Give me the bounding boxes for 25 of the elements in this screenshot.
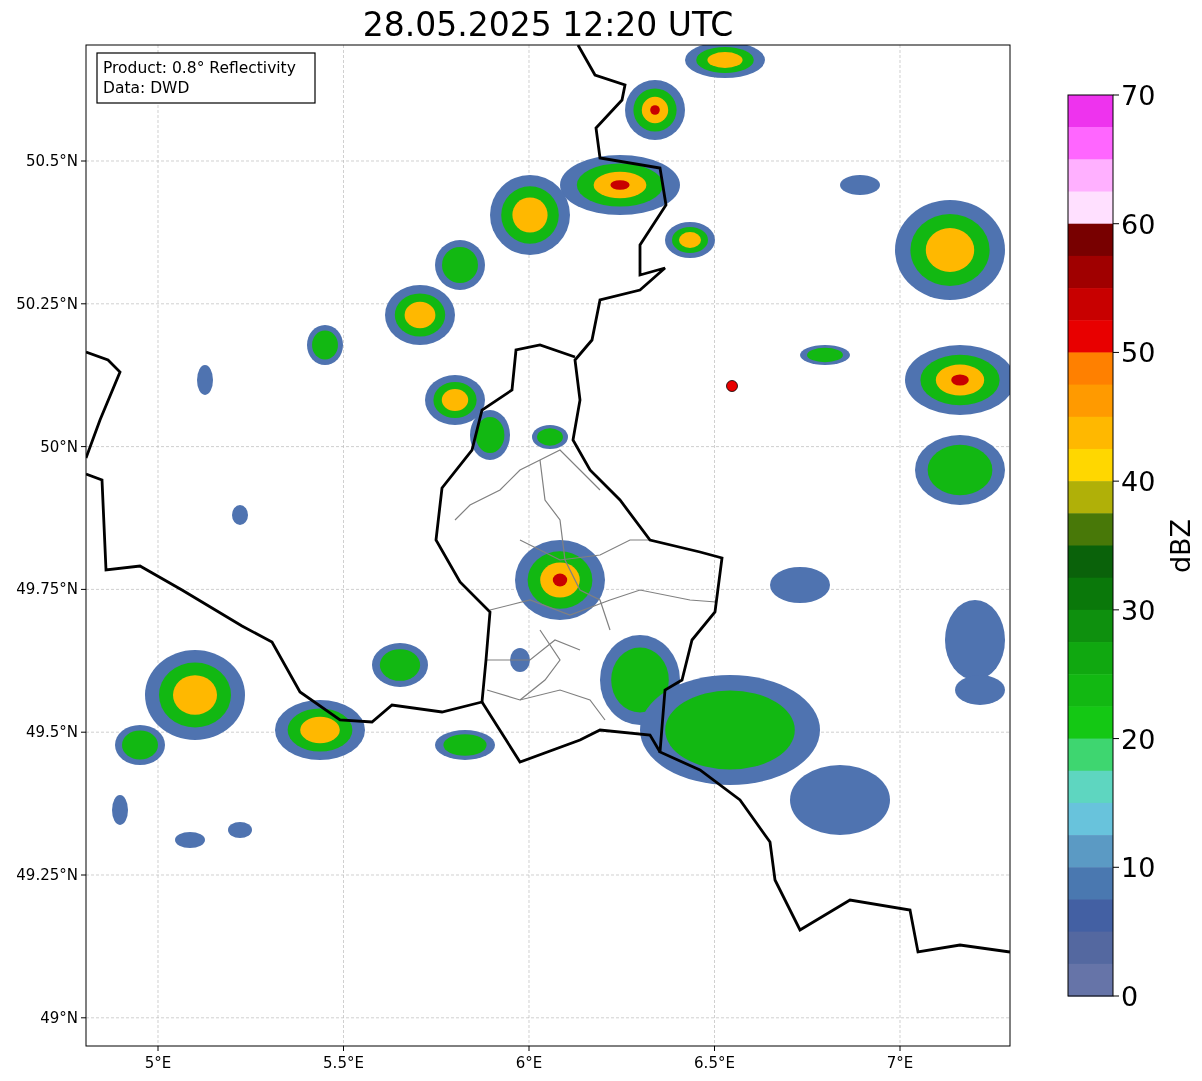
- colorbar-tick-label: 70: [1121, 80, 1156, 111]
- axis-tick-label: 6°E: [515, 1054, 543, 1072]
- axis-tick-label: 49.5°N: [25, 723, 78, 742]
- axis-tick-label: 50.25°N: [16, 294, 78, 313]
- colorbar-tick-label: 20: [1121, 723, 1156, 755]
- colorbar-label: dBZ: [1165, 518, 1196, 574]
- colorbar-tick-label: 50: [1121, 337, 1156, 369]
- axis-tick-label: 5.5°E: [323, 1054, 364, 1072]
- colorbar-tick-label: 60: [1121, 208, 1156, 240]
- chart-title: 28.05.2025 12:20 UTC: [362, 5, 734, 44]
- axis-tick-label: 49.75°N: [16, 580, 78, 599]
- colorbar-tick-label: 10: [1121, 852, 1156, 884]
- axis-tick-label: 50.5°N: [25, 152, 78, 170]
- info-text: Data: DWD: [103, 79, 190, 97]
- axis-tick-label: 49.25°N: [16, 866, 78, 884]
- axis-tick-label: 5°E: [144, 1054, 172, 1072]
- colorbar-tick-label: 30: [1121, 594, 1156, 626]
- axis-tick-label: 6.5°E: [694, 1054, 735, 1072]
- axis-tick-label: 50°N: [40, 437, 78, 456]
- axis-tick-label: 7°E: [886, 1054, 914, 1072]
- radar-site-marker: [726, 380, 738, 392]
- colorbar-tick-label: 40: [1121, 466, 1156, 498]
- info-text: Product: 0.8° Reflectivity: [103, 59, 296, 77]
- colorbar-tick-label: 0: [1121, 981, 1139, 1012]
- axis-tick-label: 49°N: [40, 1008, 78, 1027]
